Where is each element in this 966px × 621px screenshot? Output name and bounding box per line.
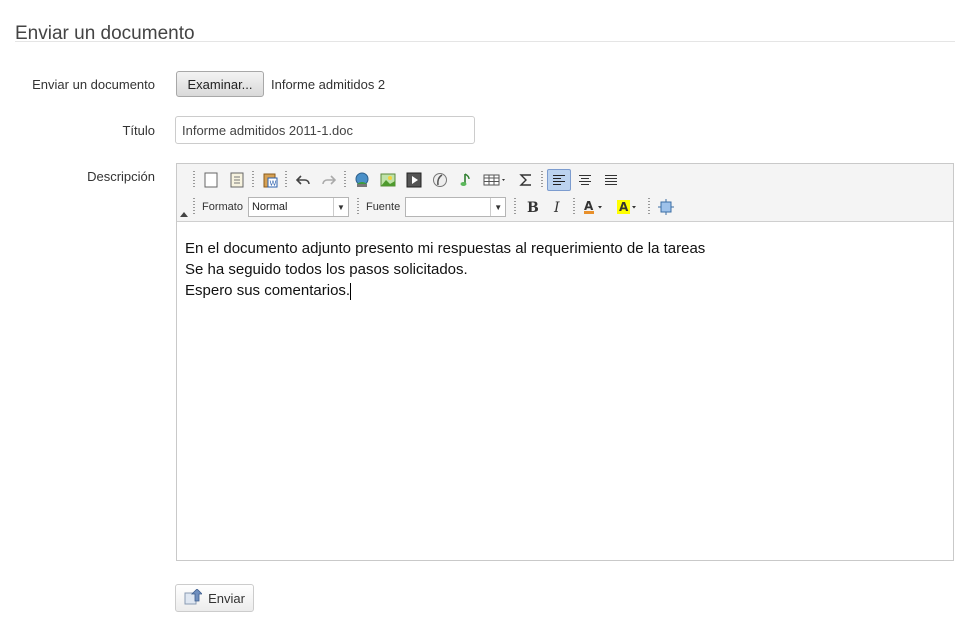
svg-text:W: W [270,180,277,188]
link-icon[interactable] [350,169,374,191]
undo-icon[interactable] [291,169,315,191]
flash-icon[interactable] [428,169,452,191]
editor-line: En el documento adjunto presento mi resp… [185,240,706,257]
toolbar-row-1: W [191,168,624,192]
new-page-icon[interactable] [199,169,223,191]
toolbar-grip [356,198,359,216]
toolbar-grip [344,171,346,189]
paste-word-icon[interactable]: W [258,169,282,191]
toolbar-grip [193,198,195,216]
submit-button[interactable]: Enviar [175,584,254,612]
audio-icon[interactable] [454,169,478,191]
templates-icon[interactable] [225,169,249,191]
text-color-icon[interactable]: A [579,196,611,218]
submit-button-label: Enviar [208,590,245,606]
format-label: Formato [202,201,243,213]
video-icon[interactable] [402,169,426,191]
align-justify-icon[interactable] [599,169,623,191]
upload-icon [184,587,204,608]
font-label: Fuente [365,201,401,213]
toolbar-grip [252,171,254,189]
fullscreen-icon[interactable] [654,196,678,218]
editor-line: Espero sus comentarios. [185,282,351,299]
title-input[interactable]: Informe admitidos 2011-1.doc [175,116,475,144]
highlight-color-icon[interactable]: A [613,196,645,218]
toolbar-row-2: Formato Normal ▼ Fuente ▼ B I A A [191,195,679,219]
toolbar-grip [648,198,651,216]
font-select[interactable]: ▼ [405,197,507,217]
chevron-down-icon: ▼ [332,198,348,216]
table-icon[interactable] [480,169,512,191]
toolbar-grip [285,171,287,189]
chevron-down-icon: ▼ [490,198,505,216]
svg-text:B: B [527,200,538,214]
rich-text-editor: W Formato Normal ▼ Fuente ▼ B I A A En e… [176,163,954,561]
redo-icon[interactable] [317,169,341,191]
bold-icon[interactable]: B [520,196,544,218]
align-left-icon[interactable] [547,169,571,191]
svg-text:A: A [619,200,629,214]
title-divider [15,41,955,42]
editor-content[interactable]: En el documento adjunto presento mi resp… [185,238,705,301]
italic-icon[interactable]: I [546,196,570,218]
format-select[interactable]: Normal ▼ [247,197,349,217]
toolbar-grip [541,171,543,189]
browse-button[interactable]: Examinar... [176,71,264,97]
toolbar-grip [514,198,517,216]
description-label: Descripción [87,169,155,184]
collapse-toolbar-icon[interactable] [180,212,188,217]
sigma-icon[interactable] [514,169,538,191]
editor-toolbar: W Formato Normal ▼ Fuente ▼ B I A A [177,164,953,222]
editor-line-last: Espero sus comentarios. [185,280,705,301]
toolbar-grip [573,198,576,216]
svg-text:I: I [553,200,560,214]
editor-line: Se ha seguido todos los pasos solicitado… [185,261,468,278]
selected-file-name: Informe admitidos 2 [271,77,386,92]
text-caret [350,282,352,300]
image-icon[interactable] [376,169,400,191]
title-label: Título [122,123,155,138]
svg-text:A: A [584,199,594,213]
toolbar-grip [193,171,195,189]
document-label: Enviar un documento [32,77,155,92]
align-center-icon[interactable] [573,169,597,191]
format-select-value: Normal [251,201,288,213]
